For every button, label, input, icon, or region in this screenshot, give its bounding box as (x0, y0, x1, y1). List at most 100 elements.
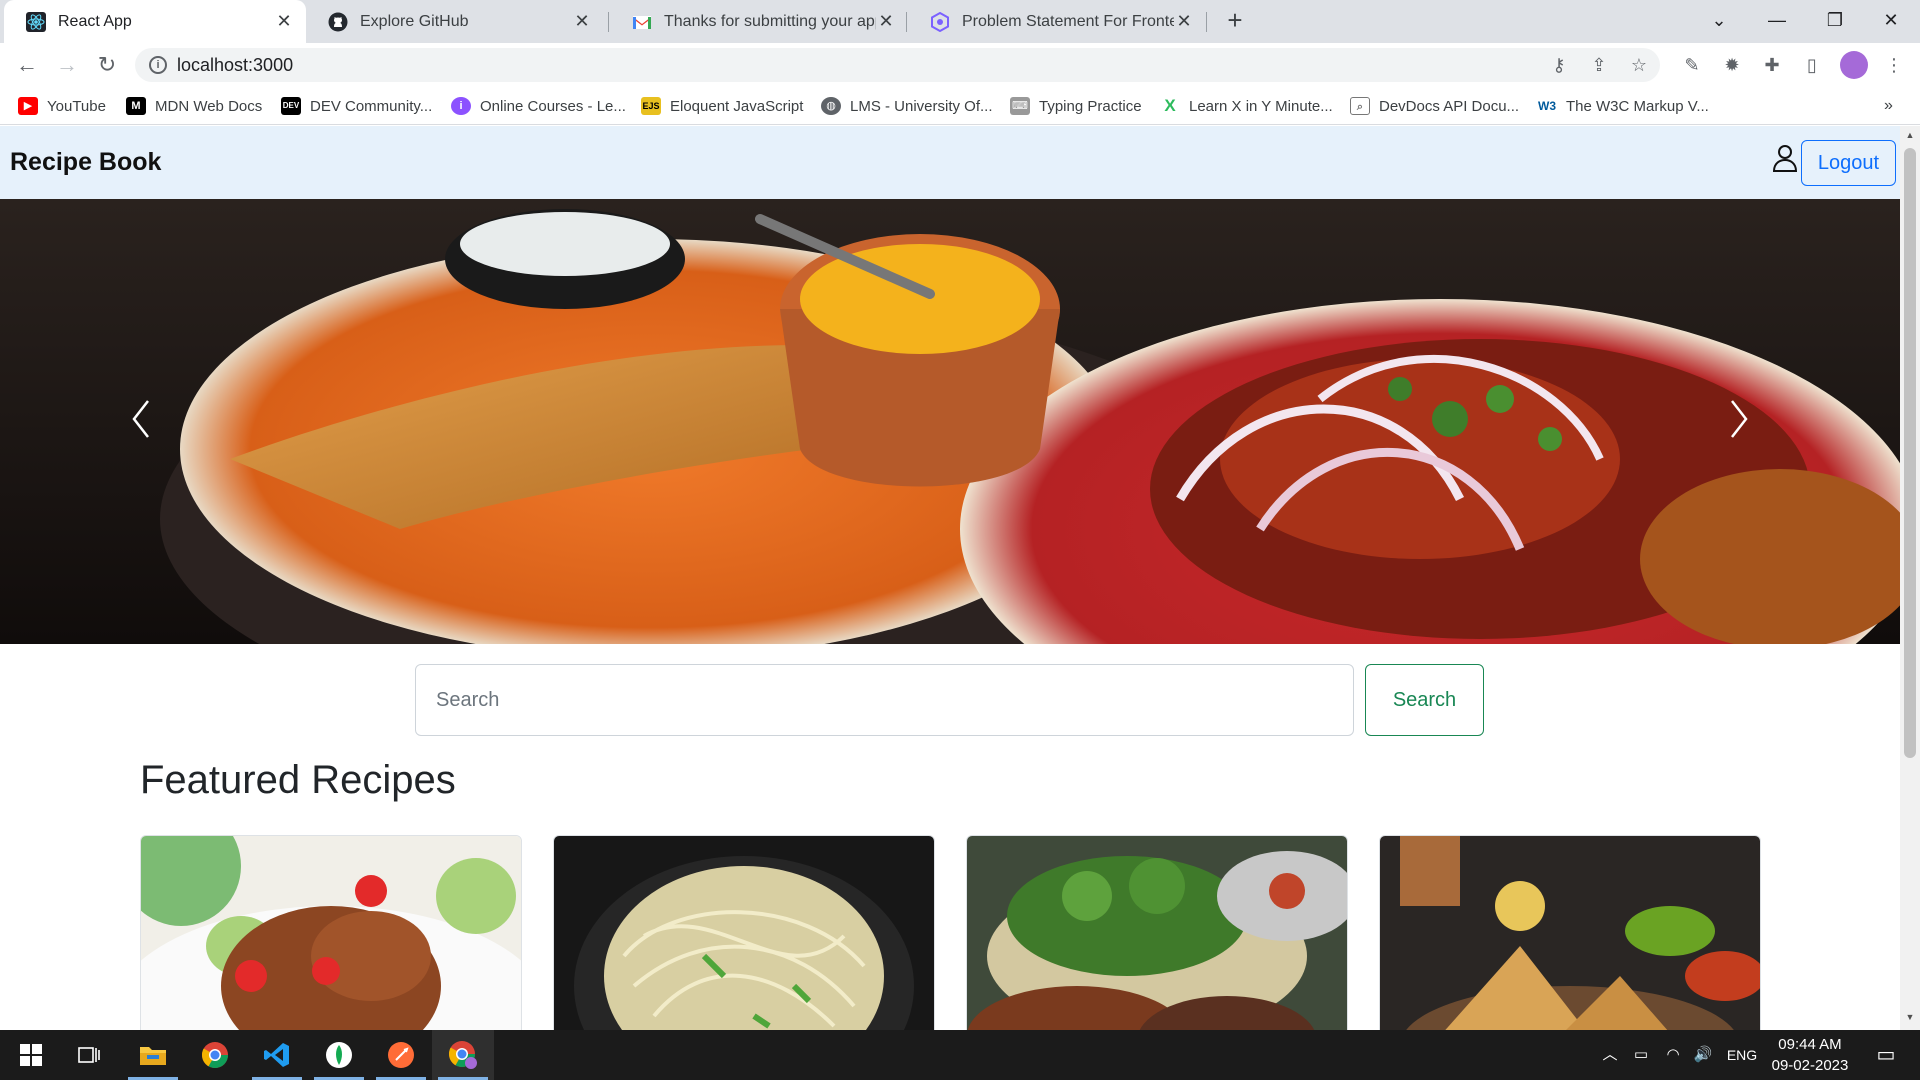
bug-extension-icon[interactable]: ✹ (1720, 53, 1744, 77)
clock-time: 09:44 AM (1778, 1036, 1842, 1053)
address-bar[interactable]: i localhost:3000 ⚷ ⇪ ☆ (135, 48, 1660, 82)
recipe-card[interactable] (1379, 835, 1761, 1030)
tab-title: React App (58, 12, 132, 30)
search-form: Search (415, 664, 1485, 736)
bookmark-label: MDN Web Docs (155, 97, 263, 115)
search-input[interactable] (415, 664, 1354, 736)
tab-separator (1206, 12, 1207, 32)
pen-extension-icon[interactable]: ✎ (1680, 53, 1704, 77)
close-icon[interactable]: ✕ (274, 11, 294, 32)
system-clock[interactable]: 09:44 AM 09-02-2023 (1760, 1034, 1860, 1076)
courses-icon: i (451, 97, 471, 115)
minimize-button[interactable]: — (1748, 0, 1806, 40)
bookmark-youtube[interactable]: ▶ YouTube (18, 95, 106, 117)
tab-problem-statement[interactable]: Problem Statement For Frontend ✕ (908, 0, 1206, 43)
recipe-card[interactable] (553, 835, 935, 1030)
problem-statement-icon (930, 11, 950, 32)
show-hidden-icons-icon[interactable]: ︿ (1598, 1030, 1622, 1080)
bookmark-mdn[interactable]: M MDN Web Docs (126, 95, 262, 117)
notifications-icon[interactable]: ▭ (1866, 1030, 1906, 1080)
recipe-card-image (554, 836, 934, 1030)
page-scrollbar[interactable]: ▲ ▼ (1900, 126, 1920, 1030)
gmail-icon (632, 12, 652, 32)
bookmark-label: LMS - University Of... (850, 97, 993, 115)
react-icon (26, 11, 46, 32)
restore-button[interactable]: ❐ (1806, 0, 1864, 40)
carousel-prev-icon[interactable] (120, 389, 160, 449)
tab-gmail[interactable]: Thanks for submitting your appli ✕ (610, 0, 908, 43)
tab-title: Problem Statement For Frontend (962, 12, 1174, 30)
hero-carousel (0, 199, 1900, 644)
app-navbar: Recipe Book Logout (0, 126, 1900, 199)
close-icon[interactable]: ✕ (1174, 11, 1194, 32)
bookmark-label: The W3C Markup V... (1566, 97, 1709, 115)
bookmark-label: DevDocs API Docu... (1379, 97, 1520, 115)
chrome-icon[interactable] (184, 1030, 246, 1080)
reload-button[interactable]: ↻ (92, 50, 122, 80)
ejs-icon: EJS (641, 97, 661, 115)
bookmark-star-icon[interactable]: ☆ (1627, 53, 1651, 77)
bookmark-online-courses[interactable]: i Online Courses - Le... (451, 95, 626, 117)
recipe-card[interactable] (966, 835, 1348, 1030)
globe-icon: ◍ (821, 97, 841, 115)
brand-title[interactable]: Recipe Book (10, 148, 161, 177)
recipe-card[interactable] (140, 835, 522, 1030)
profile-avatar[interactable] (1840, 51, 1868, 79)
mongodb-compass-icon[interactable] (308, 1030, 370, 1080)
bookmark-devdocs[interactable]: ⌕ DevDocs API Docu... (1350, 95, 1519, 117)
site-info-icon[interactable]: i (149, 56, 167, 74)
forward-button[interactable]: → (52, 50, 82, 80)
chrome-profile-icon[interactable] (432, 1030, 494, 1080)
close-icon[interactable]: ✕ (572, 11, 592, 32)
password-key-icon[interactable]: ⚷ (1547, 53, 1571, 77)
scroll-down-icon[interactable]: ▼ (1904, 1012, 1916, 1024)
chrome-menu-icon[interactable]: ⋮ (1882, 53, 1906, 77)
bookmark-typing-practice[interactable]: ⌨ Typing Practice (1010, 95, 1142, 117)
scroll-up-icon[interactable]: ▲ (1904, 130, 1916, 142)
carousel-next-icon[interactable] (1720, 389, 1760, 449)
page-viewport: Recipe Book Logout Search Search Feature… (0, 126, 1900, 1030)
bookmark-learn-x[interactable]: X Learn X in Y Minute... (1160, 95, 1333, 117)
dev-icon: DEV (281, 97, 301, 115)
browser-toolbar: ← → ↻ i localhost:3000 ⚷ ⇪ ☆ ✎ ✹ ✚ ▯ ⋮ (0, 43, 1920, 87)
battery-icon[interactable]: ▭ (1628, 1030, 1654, 1080)
back-button[interactable]: ← (12, 50, 42, 80)
postman-icon[interactable] (370, 1030, 432, 1080)
recipe-card-image (141, 836, 521, 1030)
task-view-icon[interactable] (58, 1030, 120, 1080)
vscode-icon[interactable] (246, 1030, 308, 1080)
bookmark-label: Learn X in Y Minute... (1189, 97, 1333, 115)
window-close-button[interactable]: ✕ (1862, 0, 1920, 40)
scrollbar-thumb[interactable] (1904, 148, 1916, 758)
share-icon[interactable]: ⇪ (1587, 53, 1611, 77)
bookmark-w3c[interactable]: W3 The W3C Markup V... (1537, 95, 1709, 117)
devdocs-icon: ⌕ (1350, 97, 1370, 115)
side-panel-icon[interactable]: ▯ (1800, 53, 1824, 77)
user-icon[interactable] (1772, 143, 1798, 173)
search-button[interactable]: Search (1365, 664, 1484, 736)
url-text: localhost:3000 (177, 55, 294, 75)
more-bookmarks-icon[interactable]: » (1884, 95, 1893, 117)
close-icon[interactable]: ✕ (876, 11, 896, 32)
tab-search-icon[interactable]: ⌄ (1690, 0, 1748, 40)
volume-icon[interactable]: 🔊 (1690, 1030, 1716, 1080)
tab-explore-github[interactable]: Explore GitHub ✕ (306, 0, 604, 43)
new-tab-button[interactable]: + (1220, 6, 1250, 36)
windows-start-icon[interactable] (0, 1030, 62, 1080)
tab-react-app[interactable]: React App ✕ (4, 0, 306, 43)
logout-button[interactable]: Logout (1801, 140, 1896, 186)
bookmark-label: YouTube (47, 97, 106, 115)
recipe-card-image (967, 836, 1347, 1030)
bookmark-dev-community[interactable]: DEV DEV Community... (281, 95, 432, 117)
typing-icon: ⌨ (1010, 97, 1030, 115)
language-indicator[interactable]: ENG (1722, 1030, 1762, 1080)
bookmark-eloquent-js[interactable]: EJS Eloquent JavaScript (641, 95, 803, 117)
youtube-icon: ▶ (18, 97, 38, 115)
extensions-puzzle-icon[interactable]: ✚ (1760, 53, 1784, 77)
bookmark-label: DEV Community... (310, 97, 433, 115)
tab-separator (906, 12, 907, 32)
wifi-icon[interactable]: ◠ (1660, 1030, 1686, 1080)
bookmark-lms[interactable]: ◍ LMS - University Of... (821, 95, 993, 117)
bookmarks-bar: ▶ YouTube M MDN Web Docs DEV DEV Communi… (0, 87, 1920, 125)
file-explorer-icon[interactable] (122, 1030, 184, 1080)
